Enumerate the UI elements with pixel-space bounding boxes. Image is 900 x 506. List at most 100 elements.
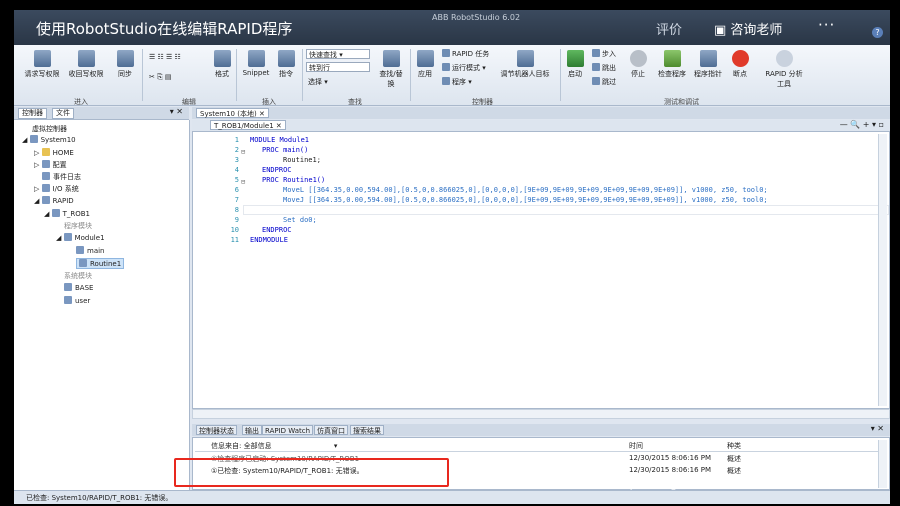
tab-simulation-window[interactable]: 仿真窗口	[314, 425, 348, 435]
goto-line-label: 转到行	[309, 64, 330, 72]
code-editor[interactable]: 1 MODULE Module1 2 PROC main() 3 Routine…	[192, 131, 890, 409]
fold-icon[interactable]: ⊟	[241, 178, 245, 186]
select-button[interactable]: 选择 ▾	[308, 77, 328, 87]
tree-routine1[interactable]: Routine1	[76, 258, 125, 269]
tab-output[interactable]: 输出	[242, 425, 262, 435]
panel-pin-close-icon[interactable]: ▾ ✕	[170, 107, 183, 116]
help-icon[interactable]: ?	[872, 27, 883, 38]
tab-search-results[interactable]: 搜索结果	[350, 425, 384, 435]
format-button[interactable]: 格式	[210, 50, 234, 79]
tree-label: T_ROB1	[62, 210, 91, 218]
run-mode-label: 运行模式	[452, 64, 480, 72]
tree-event-log[interactable]: 事件日志	[42, 172, 81, 182]
output-vertical-scrollbar[interactable]	[878, 440, 887, 488]
rapid-analysis-button[interactable]: RAPID 分析工具	[764, 50, 804, 89]
editor-horizontal-scrollbar[interactable]	[192, 409, 890, 419]
format-label: 格式	[215, 70, 229, 78]
column-time: 时间	[629, 442, 643, 450]
chevron-down-icon: ▾	[333, 442, 338, 450]
task-icon	[442, 49, 450, 57]
breakpoint-button[interactable]: 断点	[728, 50, 752, 79]
tab-system10[interactable]: System10 (本地) ✕	[196, 108, 269, 118]
tab-controller-status[interactable]: 控制器状态	[196, 425, 237, 435]
filter-combo[interactable]: 信息来自: 全部信息 ▾	[211, 441, 337, 451]
clipboard-icons[interactable]: ✂ ⎘ ▤	[149, 73, 172, 82]
release-write-button[interactable]: 收回写权限	[66, 50, 106, 79]
folder-icon	[41, 148, 50, 156]
tree-config[interactable]: ▷ 配置	[34, 160, 67, 170]
tree-label: HOME	[52, 149, 74, 157]
release-write-label: 收回写权限	[68, 70, 104, 78]
snippet-button[interactable]: Snippet	[242, 50, 270, 77]
tree-label: I/O 系统	[52, 185, 79, 193]
sync-icon	[116, 50, 134, 67]
rate-button[interactable]: 评价	[656, 19, 682, 38]
check-program-button[interactable]: 检查程序	[656, 50, 688, 79]
close-icon[interactable]: ✕	[276, 122, 282, 130]
program-label: 程序	[452, 78, 466, 86]
task-icon	[51, 209, 60, 217]
tab-rapid-watch[interactable]: RAPID Watch	[262, 425, 314, 435]
editor-zoom-icons[interactable]: — 🔍 + ▾ ▫	[840, 120, 884, 129]
program-pointer-label: 程序指针	[694, 70, 722, 78]
sync-button[interactable]: 同步	[114, 50, 136, 79]
tab-module1[interactable]: T_ROB1/Module1 ✕	[210, 120, 286, 130]
rapid-task-button[interactable]: RAPID 任务	[442, 49, 489, 59]
lock-icon	[33, 50, 51, 67]
play-icon	[566, 50, 584, 67]
editor-vertical-scrollbar[interactable]	[878, 134, 887, 406]
tree-t-rob1[interactable]: ◢ T_ROB1	[44, 209, 90, 218]
tree-label: 事件日志	[53, 173, 81, 181]
format-icon	[213, 50, 231, 67]
quick-find-combo[interactable]: 快速查找 ▾	[306, 49, 370, 59]
tree-system[interactable]: ◢ System10	[22, 135, 76, 144]
ribbon-separator	[302, 49, 303, 101]
tree-home[interactable]: ▷ HOME	[34, 148, 74, 157]
tree-io[interactable]: ▷ I/O 系统	[34, 184, 79, 194]
start-button[interactable]: 启动	[565, 50, 585, 79]
sync-label: 同步	[118, 70, 132, 78]
more-button[interactable]: ···	[818, 16, 835, 34]
stop-button[interactable]: 停止	[628, 50, 648, 79]
instruction-button[interactable]: 指令	[276, 50, 296, 79]
line-number: 7	[234, 196, 239, 204]
request-write-button[interactable]: 请求写权限	[24, 50, 60, 79]
tree-rapid[interactable]: ◢ RAPID	[34, 196, 74, 205]
tree-module1[interactable]: ◢ Module1	[56, 233, 105, 242]
step-out-button[interactable]: 跳出	[592, 63, 616, 73]
app-title: ABB RobotStudio 6.02	[432, 13, 521, 22]
close-icon[interactable]: ✕	[259, 110, 265, 118]
tab-files[interactable]: 文件	[52, 108, 74, 119]
run-mode-button[interactable]: 运行模式 ▾	[442, 63, 486, 73]
step-over-button[interactable]: 跳过	[592, 77, 616, 87]
tab-label: T_ROB1/Module1	[214, 122, 274, 130]
step-in-button[interactable]: 步入	[592, 49, 616, 59]
program-button[interactable]: 程序 ▾	[442, 77, 472, 87]
line-number: 2	[234, 146, 239, 154]
config-icon	[41, 160, 50, 168]
program-pointer-button[interactable]: 程序指针	[692, 50, 724, 79]
output-pin-close-icon[interactable]: ▾ ✕	[871, 424, 884, 433]
column-category: 种类	[727, 442, 741, 450]
instruction-icon	[277, 50, 295, 67]
tree-base[interactable]: BASE	[64, 283, 93, 292]
indent-icons[interactable]: ☰ ☷ ☰ ☷	[149, 53, 181, 61]
rapid-icon	[41, 196, 50, 204]
ask-teacher-button[interactable]: ▣ 咨询老师	[714, 19, 782, 38]
request-write-label: 请求写权限	[24, 70, 60, 78]
adjust-target-button[interactable]: 调节机器人目标	[498, 50, 552, 79]
pointer-icon	[699, 50, 717, 67]
apply-button[interactable]: 应用	[414, 50, 436, 79]
output-row-category: 概述	[727, 467, 741, 475]
chat-icon: ▣	[714, 23, 731, 38]
title-bar: 使用RobotStudio在线编辑RAPID程序 ABB RobotStudio…	[14, 10, 890, 45]
adjust-target-label: 调节机器人目标	[500, 70, 550, 78]
tree-virtual-controllers[interactable]: 虚拟控制器	[32, 124, 67, 134]
tree-user[interactable]: user	[64, 296, 90, 305]
fold-icon[interactable]: ⊟	[241, 148, 245, 156]
editor-tabs: T_ROB1/Module1 ✕ — 🔍 + ▾ ▫	[192, 120, 890, 131]
goto-line-input[interactable]: 转到行	[306, 62, 370, 72]
tree-main[interactable]: main	[76, 246, 105, 255]
find-replace-button[interactable]: 查找/替换	[378, 50, 404, 89]
tab-controller[interactable]: 控制器	[18, 108, 47, 119]
